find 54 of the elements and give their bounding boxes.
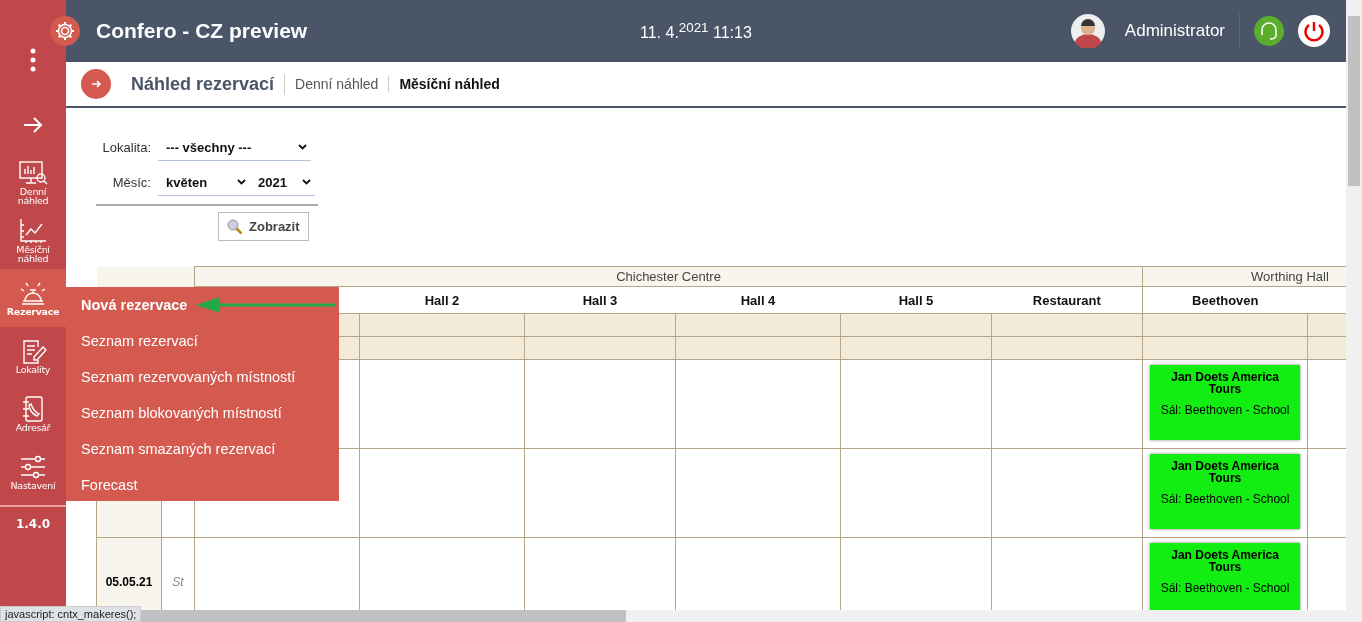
filter-label: Lokalita: <box>101 140 151 155</box>
menu-item[interactable]: Seznam rezervací <box>81 331 198 351</box>
sidebar-item[interactable]: Měsíční náhled <box>0 211 66 269</box>
column-header: Hall 4 <box>740 292 776 308</box>
booking-card[interactable]: Jan Doets America Tours Sál: Beethoven - School <box>1150 365 1301 440</box>
select-field[interactable]: 2021 <box>250 169 315 196</box>
chart-monitor-icon <box>18 158 48 187</box>
power-icon[interactable] <box>1298 15 1330 47</box>
view-tab[interactable]: Měsíční náhled <box>388 76 510 92</box>
chevron-down-icon <box>298 144 307 150</box>
menu-item[interactable]: Nová rezervace <box>81 295 188 315</box>
sidebar-item[interactable]: Lokality <box>0 327 66 385</box>
arrow-right-icon[interactable] <box>23 117 43 133</box>
avatar-icon[interactable] <box>1070 14 1105 48</box>
column-header: Hall 2 <box>424 292 460 308</box>
date-cell: 05.05.21 <box>105 575 153 589</box>
sidebar-item[interactable]: Denní náhled <box>0 153 66 211</box>
sidebar-item[interactable]: Nastavení <box>0 443 66 501</box>
menu-item[interactable]: Seznam smazaných rezervací <box>81 439 276 459</box>
chevron-down-icon <box>237 179 246 185</box>
column-header: Hall 3 <box>582 292 618 308</box>
menu-item[interactable]: Forecast <box>81 475 138 495</box>
select-field[interactable]: --- všechny --- <box>158 134 311 161</box>
line-chart-icon <box>18 216 48 245</box>
booking-card[interactable]: Jan Doets America Tours Sál: Beethoven - School <box>1150 454 1301 529</box>
view-tab[interactable]: Denní náhled <box>285 76 389 92</box>
headset-icon[interactable] <box>1254 16 1284 46</box>
chevron-down-icon <box>302 179 311 185</box>
page-title: Náhled rezervací <box>131 73 286 95</box>
user-name[interactable]: Administrator <box>1124 21 1225 41</box>
vertical-scrollbar[interactable] <box>1346 0 1362 622</box>
app-title: Confero - CZ preview <box>96 19 309 43</box>
show-button[interactable]: Zobrazit <box>218 212 309 241</box>
arrow-left-icon <box>196 296 336 314</box>
group-header: Chichester Centre <box>616 269 721 284</box>
date-time: 11. 4.$^{2021}$ 11:13 <box>640 19 752 43</box>
sidebar-item[interactable]: Rezervace <box>0 269 66 327</box>
search-icon <box>227 218 243 235</box>
status-tooltip: javascript: cntx_makeres(); <box>0 606 142 622</box>
column-header: Restaurant <box>1032 292 1101 308</box>
menu-item[interactable]: Seznam blokovaných místností <box>81 403 282 423</box>
group-header: Worthing Hall <box>1251 269 1329 284</box>
filter-label: Měsíc: <box>111 175 151 190</box>
weekday-cell: St <box>172 575 184 589</box>
booking-card[interactable]: Jan Doets America Tours Sál: Beethoven - School <box>1150 543 1301 610</box>
column-header: Beethoven <box>1192 292 1259 308</box>
select-field[interactable]: květen <box>158 169 250 196</box>
column-header: Hall 5 <box>898 292 934 308</box>
version-label: 1.4.0 <box>15 517 51 531</box>
settings-icon[interactable] <box>50 16 80 46</box>
menu-item[interactable]: Seznam rezervovaných místností <box>81 367 296 387</box>
arrow-right-icon[interactable] <box>81 69 111 99</box>
sidebar-item[interactable]: Adresář <box>0 385 66 443</box>
more-icon[interactable] <box>30 48 36 72</box>
